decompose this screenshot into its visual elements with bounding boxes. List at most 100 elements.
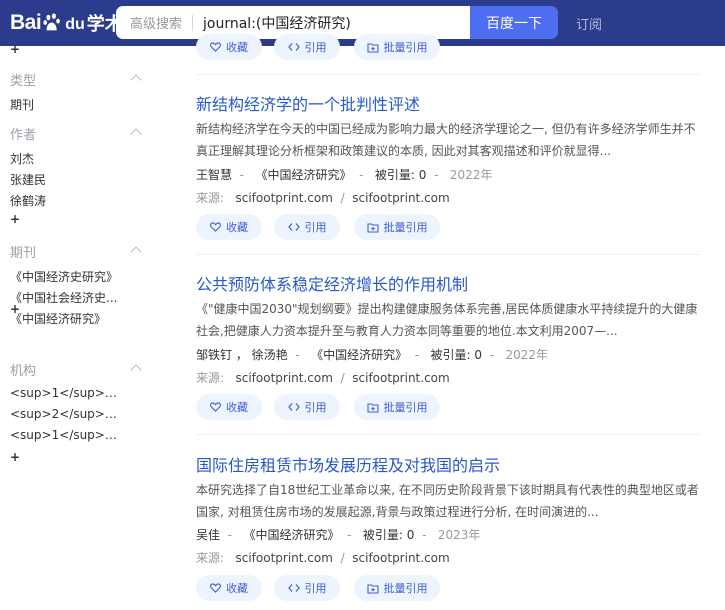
favorite-label: 收藏: [226, 582, 248, 595]
chevron-up-icon[interactable]: [130, 128, 142, 140]
batch-cite-label: 批量引用: [383, 582, 428, 595]
result-source: 来源: scifootprint.com / scifootprint.com: [196, 371, 450, 385]
result-source: 来源: scifootprint.com / scifootprint.com: [196, 191, 450, 205]
batch-cite-label: 批量引用: [383, 401, 428, 414]
cite-button[interactable]: 引用: [274, 575, 340, 601]
cite-label: 引用: [304, 41, 327, 54]
batch-cite-button[interactable]: 批量引用: [354, 34, 440, 60]
subscribe-link[interactable]: 订阅: [576, 14, 602, 33]
code-icon: [287, 584, 300, 592]
result-author-link[interactable]: 吴佳: [196, 528, 220, 542]
heart-icon: [210, 222, 221, 232]
filter-section-title-journal: 期刊: [10, 246, 37, 261]
batch-cite-button[interactable]: 批量引用: [354, 575, 440, 601]
cited-count[interactable]: 0: [474, 348, 482, 362]
filter-item[interactable]: <sup>1</sup>. In...: [10, 428, 120, 442]
result-meta: 吴佳 - 《中国经济研究》 - 被引量: 0 - 2023年: [196, 528, 481, 542]
cite-label: 引用: [304, 582, 327, 595]
favorite-button[interactable]: 收藏: [196, 34, 262, 60]
chevron-up-icon[interactable]: [130, 246, 142, 258]
source-label: 来源:: [196, 191, 225, 205]
source-link[interactable]: scifootprint.com: [352, 551, 449, 565]
result-abstract: 新结构经济学在今天的中国已经成为影响力最大的经济学理论之一, 但仍有许多经济学师…: [196, 122, 696, 158]
result-journal-link[interactable]: 《中国经济研究》: [255, 168, 351, 182]
batch-cite-label: 批量引用: [383, 41, 428, 54]
batch-cite-label: 批量引用: [383, 221, 428, 234]
filter-item[interactable]: 期刊: [10, 96, 120, 113]
favorite-label: 收藏: [226, 401, 248, 414]
favorite-button[interactable]: 收藏: [196, 394, 262, 420]
result-meta: 邹铁钉 ， 徐汤艳 - 《中国经济研究》 - 被引量: 0 - 2022年: [196, 348, 549, 362]
favorite-label: 收藏: [226, 41, 248, 54]
filter-item[interactable]: 《中国社会经济史...: [10, 289, 120, 306]
result-divider: [196, 74, 701, 75]
show-more-button[interactable]: +: [10, 450, 20, 464]
folder-plus-icon: [366, 42, 379, 53]
filter-item[interactable]: 《中国经济研究》: [10, 310, 120, 327]
batch-cite-button[interactable]: 批量引用: [354, 214, 440, 240]
cite-button[interactable]: 引用: [274, 214, 340, 240]
cite-label: 引用: [304, 401, 327, 414]
filter-section-title-author: 作者: [10, 128, 37, 143]
filter-item[interactable]: <sup>1</sup>. Sc...: [10, 386, 120, 400]
result-author-link[interactable]: 王智慧: [196, 168, 232, 182]
search-button[interactable]: 百度一下: [470, 6, 558, 39]
result-title-link[interactable]: 新结构经济学的一个批判性评述: [196, 91, 420, 115]
source-label: 来源:: [196, 371, 225, 385]
code-icon: [287, 43, 300, 51]
result-author-link[interactable]: 邹铁钉 ， 徐汤艳: [196, 348, 288, 362]
favorite-button[interactable]: 收藏: [196, 214, 262, 240]
filter-item[interactable]: 《中国经济史研究》: [10, 268, 120, 285]
favorite-button[interactable]: 收藏: [196, 575, 262, 601]
source-link[interactable]: scifootprint.com: [236, 371, 333, 385]
result-journal-link[interactable]: 《中国经济研究》: [243, 528, 339, 542]
source-link[interactable]: scifootprint.com: [236, 551, 333, 565]
folder-plus-icon: [366, 583, 379, 594]
cite-label: 引用: [304, 221, 327, 234]
chevron-up-icon[interactable]: [130, 74, 142, 86]
cite-button[interactable]: 引用: [274, 394, 340, 420]
folder-plus-icon: [366, 222, 379, 233]
heart-icon: [210, 402, 221, 412]
result-year: 2023年: [437, 528, 481, 542]
cited-label: 被引量:: [430, 348, 471, 362]
source-link[interactable]: scifootprint.com: [236, 191, 333, 205]
code-icon: [287, 403, 300, 411]
cited-label: 被引量:: [374, 168, 415, 182]
cited-count[interactable]: 0: [419, 168, 427, 182]
result-year: 2022年: [505, 348, 549, 362]
result-abstract: 《"健康中国2030"规划纲要》提出构建健康服务体系完善,居民体质健康水平持续提…: [196, 302, 698, 338]
filter-item[interactable]: <sup>2</sup>. Sc...: [10, 407, 120, 421]
source-label: 来源:: [196, 551, 225, 565]
baidu-scholar-logo[interactable]: Bai du 学术: [10, 10, 123, 36]
logo-text-du: du: [65, 16, 85, 33]
search-input[interactable]: journal:(中国经济研究): [193, 13, 351, 33]
result-abstract: 本研究选择了自18世纪工业革命以来, 在不同历史阶段背景下该时期具有代表性的典型…: [196, 483, 699, 519]
filter-section-title-type: 类型: [10, 74, 37, 89]
cite-button[interactable]: 引用: [274, 34, 340, 60]
result-title-link[interactable]: 公共预防体系稳定经济增长的作用机制: [196, 271, 468, 295]
filter-item[interactable]: 徐鹤涛: [10, 192, 120, 209]
source-link[interactable]: scifootprint.com: [352, 191, 449, 205]
show-more-button[interactable]: +: [10, 212, 20, 226]
result-title-link[interactable]: 国际住房租赁市场发展历程及对我国的启示: [196, 452, 500, 476]
chevron-up-icon[interactable]: [130, 364, 142, 376]
result-year: 2022年: [449, 168, 493, 182]
source-link[interactable]: scifootprint.com: [352, 371, 449, 385]
advanced-search-link[interactable]: 高级搜索: [116, 13, 192, 32]
filter-item[interactable]: 张建民: [10, 171, 120, 188]
show-more-button[interactable]: +: [10, 302, 20, 316]
cited-count[interactable]: 0: [407, 528, 415, 542]
heart-icon: [210, 583, 221, 593]
paw-icon: [43, 13, 61, 31]
filter-sidebar: + 类型 期刊 作者 刘杰 张建民 徐鹤涛 + 期刊 《中国经济史研究》 《中国…: [0, 42, 160, 610]
result-divider: [196, 254, 701, 255]
result-source: 来源: scifootprint.com / scifootprint.com: [196, 551, 450, 565]
result-journal-link[interactable]: 《中国经济研究》: [311, 348, 407, 362]
show-more-button[interactable]: +: [10, 42, 20, 56]
cited-label: 被引量:: [362, 528, 403, 542]
filter-item[interactable]: 刘杰: [10, 150, 120, 167]
code-icon: [287, 223, 300, 231]
folder-plus-icon: [366, 402, 379, 413]
batch-cite-button[interactable]: 批量引用: [354, 394, 440, 420]
